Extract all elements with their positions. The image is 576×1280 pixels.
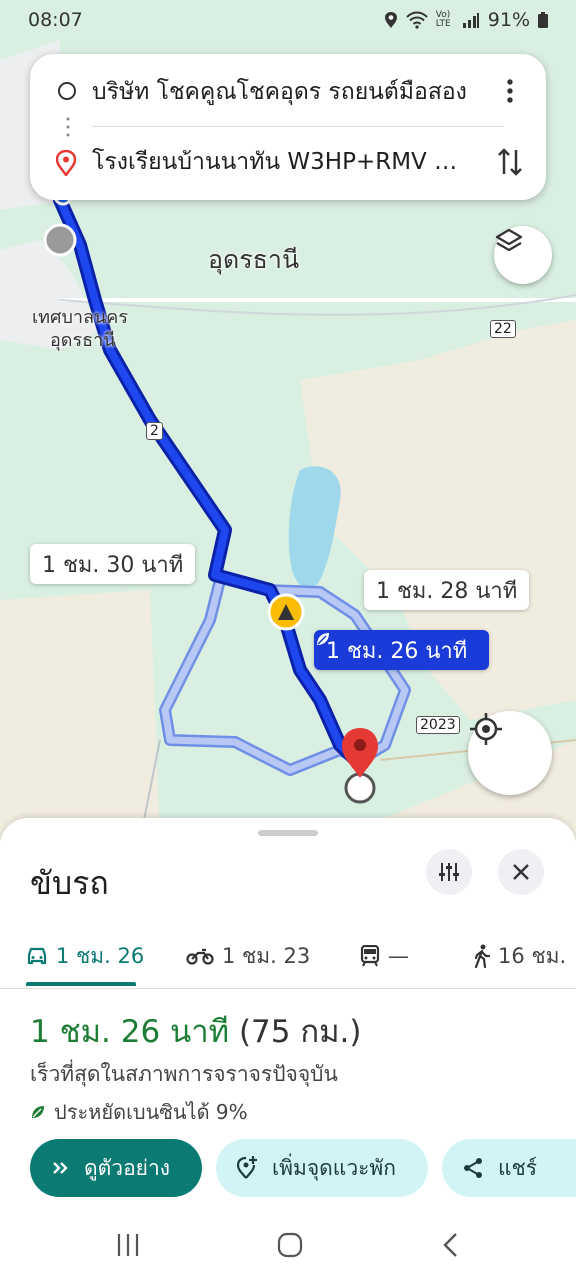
origin-row[interactable]: บริษัท โชคคูณโชคอุดร รถยนต์มือสอง	[30, 62, 546, 122]
sheet-drag-handle[interactable]	[258, 830, 318, 836]
status-time: 08:07	[28, 9, 83, 31]
destination-pin-icon	[56, 150, 76, 176]
my-location-button[interactable]	[468, 711, 552, 795]
sheet-title: ขับรถ	[30, 864, 109, 902]
tab-motorcycle-label: 1 ชม. 23	[222, 943, 311, 968]
active-tab-indicator	[26, 982, 136, 986]
add-stop-button[interactable]: เพิ่มจุดแวะพัก	[216, 1139, 428, 1197]
sliders-icon	[437, 861, 461, 883]
add-location-icon	[236, 1156, 258, 1180]
alt-route-time-2[interactable]: 1 ชม. 28 นาที	[364, 570, 530, 610]
route-summary: 1 ชม. 26 นาที (75 กม.)	[30, 1006, 362, 1056]
volte-icon: Vo) LTE	[435, 10, 451, 29]
back-icon[interactable]	[442, 1232, 458, 1258]
origin-marker	[43, 223, 77, 257]
origin-field[interactable]: บริษัท โชคคูณโชคอุดร รถยนต์มือสอง	[92, 74, 478, 110]
eco-savings-text: ประหยัดเบนซินได้ 9%	[54, 1100, 248, 1124]
leaf-icon	[30, 1104, 46, 1120]
motorcycle-icon	[186, 947, 214, 965]
double-chevron-icon	[52, 1161, 70, 1175]
more-options-icon[interactable]	[500, 76, 520, 106]
eco-savings: ประหยัดเบนซินได้ 9%	[30, 1096, 248, 1128]
main-route-time-label: 1 ชม. 26 นาที	[326, 638, 468, 664]
route-options-button[interactable]	[426, 849, 472, 895]
share-icon	[462, 1157, 484, 1179]
walk-icon	[474, 944, 490, 968]
tab-motorcycle[interactable]: 1 ชม. 23	[186, 924, 310, 988]
status-bar: 08:07 Vo) LTE 91%	[0, 0, 576, 40]
destination-row[interactable]: โรงเรียนบ้านนาทัน W3HP+RMV อำเภอเมือง	[30, 132, 546, 192]
tab-transit-label: —	[388, 944, 409, 968]
city-label-line2: อุดรธานี	[50, 330, 116, 351]
route-input-card: บริษัท โชคคูณโชคอุดร รถยนต์มือสอง โรงเรี…	[30, 54, 546, 200]
road-shield-2023: 2023	[416, 716, 460, 734]
tab-transit[interactable]: —	[360, 924, 409, 988]
tab-walk-label: 16 ชม.	[498, 943, 567, 968]
system-nav-bar	[0, 1210, 576, 1280]
wifi-icon	[406, 11, 428, 29]
share-button[interactable]: แชร์	[442, 1139, 576, 1197]
place-label: อุดรธานี	[208, 245, 300, 274]
origin-circle-icon	[58, 82, 76, 100]
road-shield-2: 2	[146, 422, 163, 440]
tab-drive[interactable]: 1 ชม. 26	[26, 924, 144, 988]
main-route-time[interactable]: 1 ชม. 26 นาที	[314, 630, 490, 670]
summary-distance: (75 กม.)	[238, 1014, 362, 1050]
swap-icon[interactable]	[496, 146, 524, 178]
route-divider	[92, 126, 504, 127]
destination-field[interactable]: โรงเรียนบ้านนาทัน W3HP+RMV อำเภอเมือง	[92, 144, 478, 180]
add-stop-button-label: เพิ่มจุดแวะพัก	[272, 1155, 396, 1180]
share-button-label: แชร์	[498, 1155, 538, 1180]
preview-button[interactable]: ดูตัวอย่าง	[30, 1139, 202, 1197]
battery-icon	[538, 12, 548, 28]
train-icon	[360, 945, 380, 967]
tab-drive-label: 1 ชม. 26	[56, 943, 145, 968]
summary-time: 1 ชม. 26 นาที	[30, 1014, 230, 1050]
recent-apps-icon[interactable]	[116, 1232, 140, 1258]
preview-button-label: ดูตัวอย่าง	[84, 1155, 171, 1180]
close-button[interactable]	[498, 849, 544, 895]
tab-walk[interactable]: 16 ชม.	[474, 924, 566, 988]
home-icon[interactable]	[277, 1232, 303, 1258]
route-description: เร็วที่สุดในสภาพการจราจรปัจจุบัน	[30, 1062, 338, 1086]
alt-route-time-1[interactable]: 1 ชม. 30 นาที	[30, 544, 196, 584]
layers-button[interactable]	[494, 226, 552, 284]
travel-mode-tabs: 1 ชม. 26 1 ชม. 23 — 16 ชม.	[0, 924, 576, 989]
road-shield-22: 22	[490, 320, 516, 338]
battery-percent: 91%	[487, 9, 530, 31]
car-icon	[26, 946, 48, 966]
signal-icon	[462, 12, 480, 28]
close-icon	[512, 863, 530, 881]
location-icon	[384, 11, 398, 29]
